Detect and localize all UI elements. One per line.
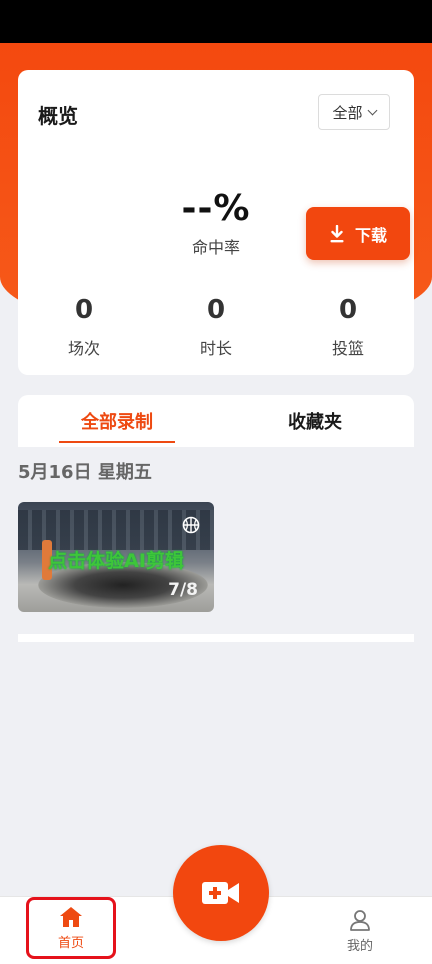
overview-title: 概览 (38, 104, 78, 128)
nav-home-label: 首页 (57, 935, 84, 951)
stat-shots: 0 投篮 (282, 295, 414, 359)
stats-row: 0 场次 0 时长 0 投篮 (18, 295, 414, 359)
download-button-label: 下载 (354, 225, 387, 245)
stat-shots-label: 投篮 (331, 339, 364, 358)
record-button[interactable] (173, 845, 269, 941)
tab-favorites[interactable]: 收藏夹 (216, 395, 414, 447)
ai-edit-overlay-text: 点击体验AI剪辑 (48, 550, 184, 572)
recording-date: 5月16日 星期五 (18, 462, 152, 483)
tab-all-recordings-label: 全部录制 (81, 412, 153, 433)
tab-all-recordings[interactable]: 全部录制 (18, 395, 216, 447)
filter-select[interactable]: 全部 (318, 94, 390, 130)
download-button[interactable]: 下载 (306, 207, 410, 260)
stat-duration: 0 时长 (150, 295, 282, 359)
list-end-divider (18, 634, 414, 642)
nav-mine-label: 我的 (346, 938, 373, 954)
stat-games-label: 场次 (67, 339, 100, 358)
tabs-bar: 全部录制 收藏夹 (18, 395, 414, 447)
clip-count: 7/8 (168, 580, 198, 600)
home-icon (60, 906, 82, 927)
video-thumbnail[interactable]: 点击体验AI剪辑 7/8 (18, 502, 214, 612)
stat-shots-value: 0 (338, 295, 358, 325)
filter-select-label: 全部 (332, 103, 363, 122)
nav-mine[interactable]: 我的 (318, 906, 402, 956)
person-icon (350, 909, 370, 931)
tab-favorites-label: 收藏夹 (288, 412, 342, 433)
download-icon (330, 224, 344, 242)
video-camera-plus-icon (202, 882, 239, 904)
stat-duration-label: 时长 (199, 339, 232, 358)
status-bar (0, 0, 432, 43)
basketball-icon (182, 516, 200, 534)
stat-games: 0 场次 (18, 295, 150, 359)
stat-duration-value: 0 (206, 295, 226, 325)
chevron-down-icon (367, 105, 377, 115)
stat-games-value: 0 (74, 295, 94, 325)
nav-home[interactable]: 首页 (26, 897, 116, 959)
